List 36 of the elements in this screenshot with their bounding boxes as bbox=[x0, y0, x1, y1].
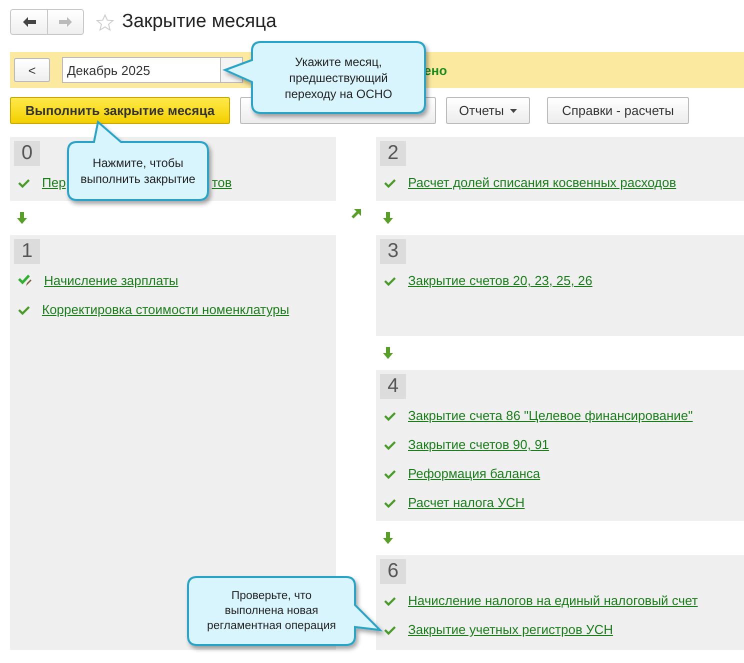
operation-link[interactable]: Начисление налогов на единый налоговый счет bbox=[408, 593, 698, 608]
step-number: 1 bbox=[14, 239, 40, 264]
forward-arrow-icon bbox=[59, 17, 72, 27]
toolbar-button[interactable]: Справки - расчеты bbox=[546, 97, 689, 124]
operation-link[interactable]: Реформация баланса bbox=[408, 466, 540, 481]
star-icon[interactable] bbox=[96, 14, 114, 30]
step-number: 6 bbox=[380, 559, 406, 584]
operation-link[interactable]: Пер bbox=[42, 175, 66, 190]
step-number: 2 bbox=[380, 141, 406, 166]
operation-link[interactable]: Закрытие учетных регистров УСН bbox=[408, 622, 613, 637]
tooltip-text: Нажмите, чтобы выполнить закрытие bbox=[80, 155, 196, 187]
down-arrow-icon bbox=[17, 212, 27, 224]
operation-link[interactable]: Расчет долей списания косвенных расходов bbox=[408, 175, 676, 190]
operation-link[interactable]: тов bbox=[212, 175, 232, 190]
previous-month-button[interactable]: < bbox=[14, 58, 50, 82]
operation-link[interactable]: Корректировка стоимости номенклатуры bbox=[42, 302, 290, 317]
operation-link[interactable]: Закрытие счетов 90, 91 bbox=[408, 437, 550, 452]
diagonal-arrow-icon bbox=[351, 209, 361, 219]
caret-icon bbox=[510, 108, 517, 112]
down-arrow-icon bbox=[383, 347, 393, 359]
back-arrow-icon bbox=[22, 17, 36, 27]
month-field[interactable]: Декабрь 2025 bbox=[62, 57, 221, 83]
operation-link[interactable]: Закрытие счета 86 "Целевое финансирование" bbox=[408, 408, 693, 423]
reports-menu-button[interactable]: Отчеты bbox=[446, 97, 530, 124]
operation-link[interactable]: Расчет налога УСН bbox=[408, 495, 525, 510]
down-arrow-icon bbox=[383, 212, 393, 224]
tooltip-text: Укажите месяц, предшествующий переходу на ОСНО bbox=[284, 54, 394, 102]
operation-link[interactable]: Начисление зарплаты bbox=[44, 273, 178, 288]
step-number: 0 bbox=[14, 141, 40, 166]
operation-link[interactable]: Закрытие счетов 20, 23, 25, 26 bbox=[408, 273, 592, 288]
window-title: Закрытие месяца bbox=[122, 11, 277, 33]
step-number: 4 bbox=[380, 374, 406, 399]
close-month-button[interactable]: Выполнить закрытие месяца bbox=[10, 97, 230, 124]
tooltip-text: Проверьте, что выполнена новая регламентная операция bbox=[206, 588, 337, 634]
down-arrow-icon bbox=[383, 532, 393, 544]
step-number: 3 bbox=[380, 239, 406, 264]
